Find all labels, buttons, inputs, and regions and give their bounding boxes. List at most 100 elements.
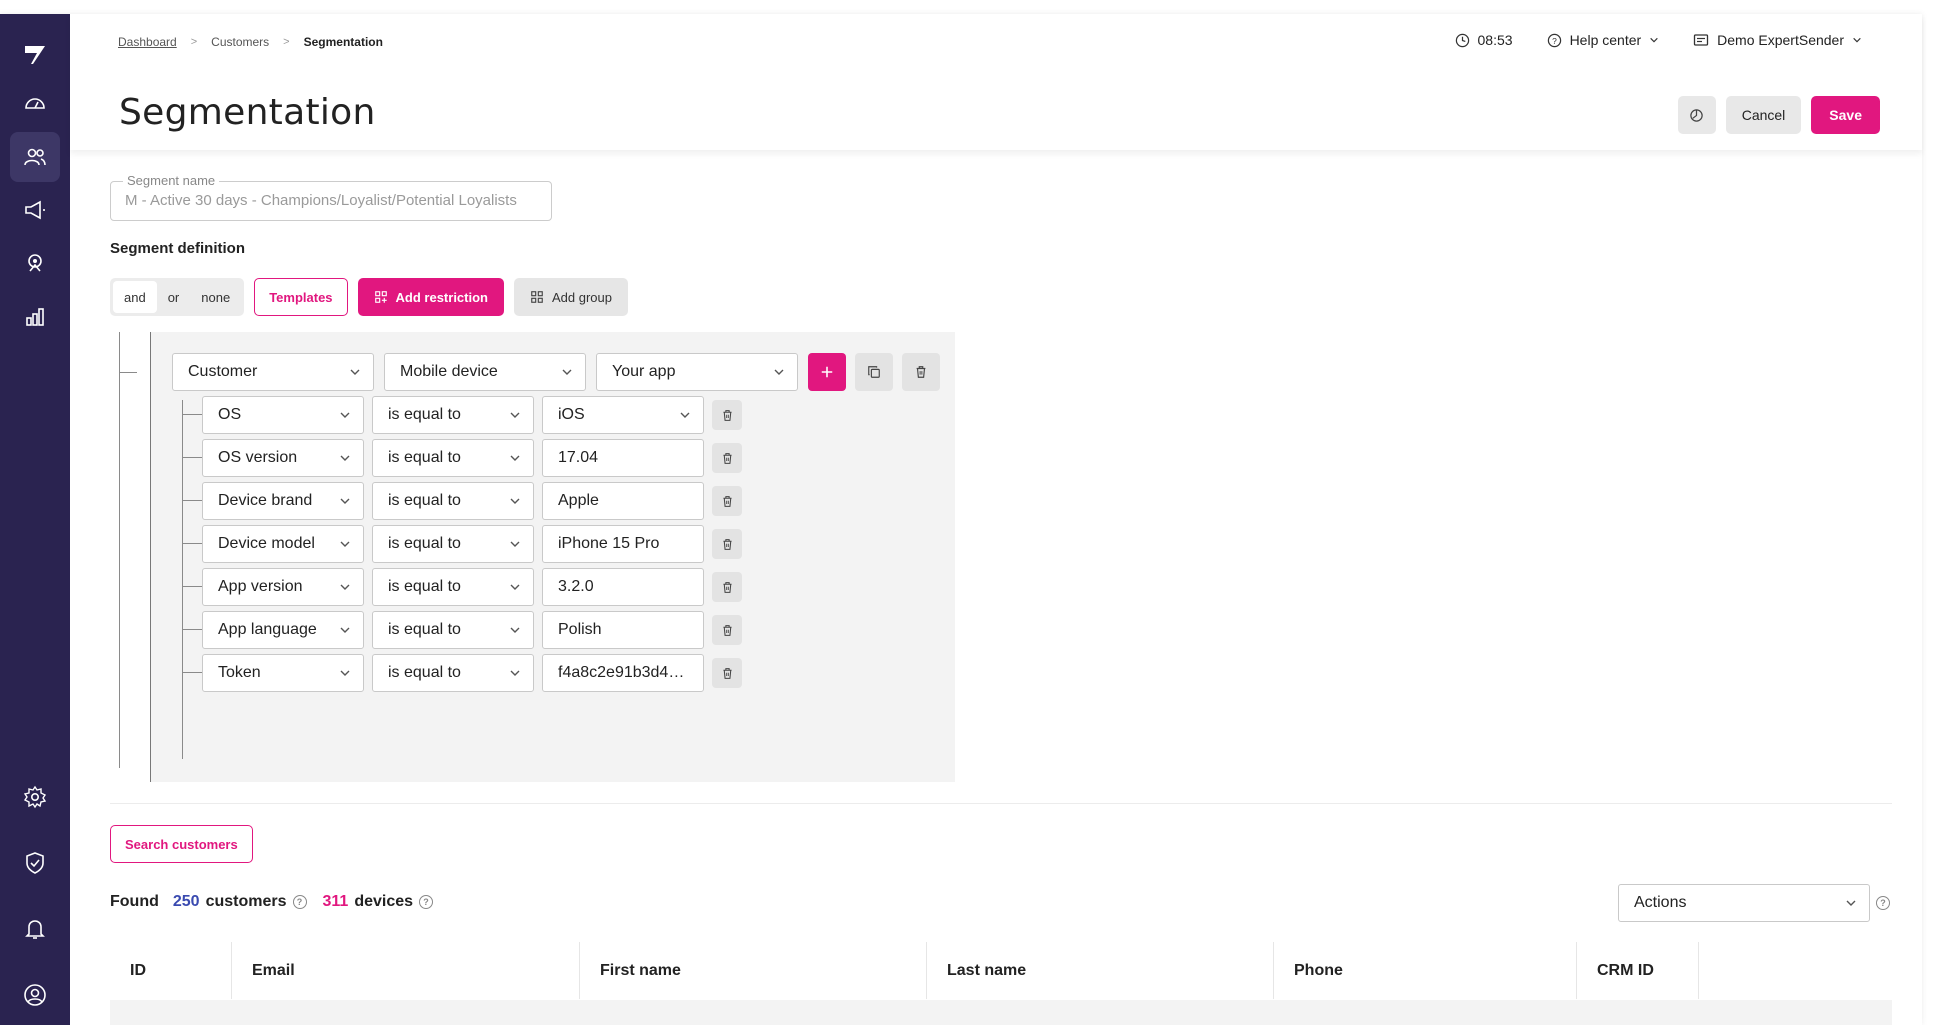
condition-operator: is equal to (388, 578, 461, 595)
condition-operator-select[interactable]: is equal to (372, 525, 534, 563)
save-button[interactable]: Save (1811, 96, 1880, 134)
column-email[interactable]: Email (232, 942, 580, 999)
add-restriction-button[interactable]: Add restriction (357, 278, 504, 316)
condition-field-select[interactable]: App version (202, 568, 364, 606)
trash-icon (722, 409, 732, 421)
help-center-menu[interactable]: ? Help center (1547, 32, 1660, 48)
trash-icon (722, 667, 732, 679)
condition-value-input[interactable]: Apple (542, 482, 704, 520)
condition-field-select[interactable]: Device model (202, 525, 364, 563)
delete-condition-button[interactable] (712, 615, 742, 645)
condition-field-select[interactable]: Device brand (202, 482, 364, 520)
condition-operator-select[interactable]: is equal to (372, 439, 534, 477)
search-customers-button[interactable]: Search customers (110, 825, 253, 863)
preview-button[interactable] (1677, 96, 1716, 134)
logo-icon[interactable] (10, 30, 60, 80)
segment-name-field[interactable]: Segment name M - Active 30 days - Champi… (110, 173, 552, 221)
found-label: Found (110, 893, 159, 910)
source-select[interactable]: Mobile device (384, 353, 586, 391)
condition-value-input[interactable]: f4a8c2e91b3d4f67a1... (542, 654, 704, 692)
delete-condition-button[interactable] (712, 658, 742, 688)
delete-condition-button[interactable] (712, 529, 742, 559)
condition-value-input[interactable]: iPhone 15 Pro (542, 525, 704, 563)
condition-operator-select[interactable]: is equal to (372, 482, 534, 520)
account-menu[interactable]: Demo ExpertSender (1693, 32, 1862, 48)
definition-toolbar: and or none Templates Add restriction Ad… (110, 278, 628, 316)
column-crm-id[interactable]: CRM ID (1577, 942, 1699, 999)
customers-count: 250 (172, 893, 200, 910)
condition-field-select[interactable]: OS (202, 396, 364, 434)
actions-select[interactable]: Actions (1618, 884, 1870, 922)
condition-operator: is equal to (388, 535, 461, 552)
column-row-actions (1699, 942, 1892, 999)
delete-condition-button[interactable] (712, 400, 742, 430)
condition-operator-select[interactable]: is equal to (372, 568, 534, 606)
cell-id: 1 (110, 1000, 232, 1025)
condition-field: Device model (218, 535, 315, 552)
delete-condition-button[interactable] (712, 443, 742, 473)
chevron-down-icon (340, 455, 350, 461)
info-icon[interactable]: ? (419, 895, 434, 909)
condition-field-select[interactable]: OS version (202, 439, 364, 477)
column-last-name[interactable]: Last name (927, 942, 1274, 999)
column-phone[interactable]: Phone (1274, 942, 1577, 999)
entity-select[interactable]: Customer (172, 353, 374, 391)
notifications-icon[interactable] (10, 904, 60, 954)
condition-field-select[interactable]: Token (202, 654, 364, 692)
condition-field: OS (218, 406, 242, 423)
add-condition-button[interactable] (808, 353, 846, 391)
table-row[interactable]: 1 deanna.curtis@example.com Deanna Curti… (110, 1000, 1892, 1025)
results-summary: Found 250 customers ? 311 devices ? (110, 893, 443, 911)
chevron-down-icon (1846, 900, 1856, 906)
segment-definition-heading: Segment definition (110, 240, 245, 257)
security-icon[interactable] (10, 838, 60, 888)
analytics-icon[interactable] (10, 292, 60, 342)
chevron-down-icon (340, 584, 350, 590)
condition-field-select[interactable]: App language (202, 611, 364, 649)
condition-value-input[interactable]: 3.2.0 (542, 568, 704, 606)
duplicate-group-button[interactable] (855, 353, 893, 391)
delete-condition-button[interactable] (712, 486, 742, 516)
app-select-value: Your app (612, 363, 676, 380)
condition-operator-select[interactable]: is equal to (372, 611, 534, 649)
chevron-down-icon (510, 412, 520, 418)
svg-text:?: ? (1552, 35, 1557, 45)
logic-none[interactable]: none (190, 281, 241, 313)
chevron-down-icon (510, 584, 520, 590)
column-id[interactable]: ID (110, 942, 232, 999)
delete-group-button[interactable] (902, 353, 940, 391)
condition-value-input[interactable]: 17.04 (542, 439, 704, 477)
templates-button[interactable]: Templates (254, 278, 348, 316)
campaigns-icon[interactable] (10, 185, 60, 235)
settings-icon[interactable] (10, 772, 60, 822)
cell-phone: (480) 555-0103 (1274, 1000, 1577, 1025)
account-name: Demo ExpertSender (1717, 32, 1844, 48)
condition-operator-select[interactable]: is equal to (372, 396, 534, 434)
column-first-name[interactable]: First name (580, 942, 927, 999)
customers-icon[interactable] (10, 132, 60, 182)
delete-condition-button[interactable] (712, 572, 742, 602)
info-icon[interactable]: ? (292, 895, 307, 909)
conditions-connector (182, 400, 183, 759)
logic-and[interactable]: and (113, 281, 157, 313)
logic-or[interactable]: or (157, 281, 191, 313)
add-group-button[interactable]: Add group (514, 278, 628, 316)
dashboard-icon[interactable] (10, 78, 60, 128)
profile-icon[interactable] (10, 970, 60, 1020)
breadcrumb-customers[interactable]: Customers (211, 35, 269, 49)
condition-connector (182, 586, 202, 587)
app-select[interactable]: Your app (596, 353, 798, 391)
actions-help-icon[interactable]: ? (1876, 896, 1890, 910)
cancel-button[interactable]: Cancel (1725, 96, 1802, 134)
breadcrumb-dashboard[interactable]: Dashboard (118, 35, 177, 49)
condition-operator-select[interactable]: is equal to (372, 654, 534, 692)
cell-email: deanna.curtis@example.com (232, 1000, 580, 1025)
condition-value-select[interactable]: iOS (542, 396, 704, 434)
automation-icon[interactable] (10, 238, 60, 288)
entity-select-value: Customer (188, 363, 258, 380)
page-title: Segmentation (119, 92, 376, 133)
group-connector (150, 332, 151, 782)
chevron-down-icon (774, 369, 784, 375)
condition-value-input[interactable]: Polish (542, 611, 704, 649)
condition-value: iOS (558, 406, 585, 423)
